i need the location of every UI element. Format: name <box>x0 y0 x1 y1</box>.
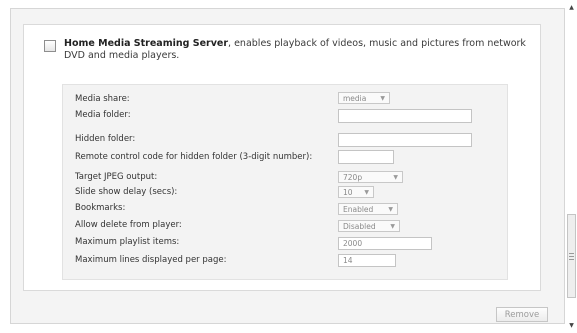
media-share-select[interactable]: media ▼ <box>338 92 390 104</box>
target-jpeg-output-select[interactable]: 720p ▼ <box>338 171 403 183</box>
arrow-down-icon[interactable]: ▼ <box>566 322 577 329</box>
bookmarks-value: Enabled <box>343 205 374 214</box>
hidden-folder-label: Hidden folder: <box>75 134 136 144</box>
max-playlist-items-label: Maximum playlist items: <box>75 237 180 247</box>
chevron-down-icon: ▼ <box>364 189 369 196</box>
max-lines-per-page-label: Maximum lines displayed per page: <box>75 255 227 265</box>
media-folder-label: Media folder: <box>75 110 131 120</box>
max-lines-per-page-input[interactable]: 14 <box>338 254 396 267</box>
section-title-bold: Home Media Streaming Server <box>64 38 229 49</box>
arrow-up-icon[interactable]: ▲ <box>566 4 577 11</box>
max-playlist-items-input[interactable]: 2000 <box>338 237 432 250</box>
remote-control-code-label: Remote control code for hidden folder (3… <box>75 152 313 162</box>
chevron-down-icon: ▼ <box>393 174 398 181</box>
media-folder-input[interactable] <box>338 109 472 123</box>
remote-control-code-input[interactable] <box>338 150 394 164</box>
media-share-value: media <box>343 94 367 103</box>
slide-show-delay-value: 10 <box>343 188 353 197</box>
scrollbar-grip <box>569 259 574 260</box>
chevron-down-icon: ▼ <box>390 223 395 230</box>
allow-delete-label: Allow delete from player: <box>75 220 182 230</box>
media-share-label: Media share: <box>75 94 130 104</box>
slide-show-delay-label: Slide show delay (secs): <box>75 187 178 197</box>
bookmarks-select[interactable]: Enabled ▼ <box>338 203 398 215</box>
bookmarks-label: Bookmarks: <box>75 203 126 213</box>
hidden-folder-input[interactable] <box>338 133 472 147</box>
chevron-down-icon: ▼ <box>388 206 393 213</box>
section-title: Home Media Streaming Server, enables pla… <box>64 38 534 62</box>
scrollbar-grip <box>569 253 574 254</box>
chevron-down-icon: ▼ <box>380 95 385 102</box>
target-jpeg-output-value: 720p <box>343 173 363 182</box>
remove-button[interactable]: Remove <box>496 307 548 322</box>
allow-delete-select[interactable]: Disabled ▼ <box>338 220 400 232</box>
slide-show-delay-select[interactable]: 10 ▼ <box>338 186 374 198</box>
allow-delete-value: Disabled <box>343 222 376 231</box>
enable-media-server-checkbox[interactable] <box>44 40 56 52</box>
target-jpeg-output-label: Target JPEG output: <box>75 172 158 182</box>
scrollbar-grip <box>569 256 574 257</box>
